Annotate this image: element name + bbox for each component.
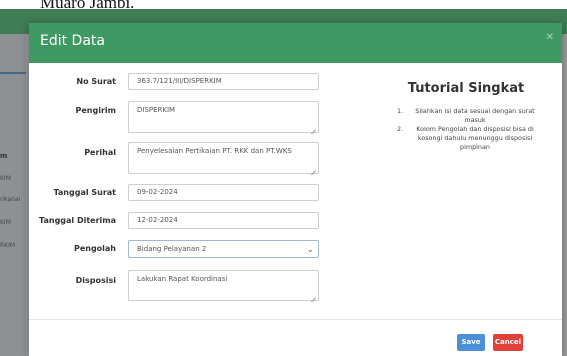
cancel-button[interactable]: Cancel bbox=[493, 334, 523, 351]
tanggal-diterima-label: Tanggal Diterima bbox=[39, 216, 116, 225]
perihal-label: Perihal bbox=[84, 148, 116, 157]
tanggal-surat-label: Tanggal Surat bbox=[53, 188, 116, 197]
modal-footer-divider bbox=[29, 319, 562, 320]
chevron-down-icon[interactable]: ⌄ bbox=[306, 242, 314, 258]
no-surat-value: 363.7/121/III/DISPERKIM bbox=[137, 77, 222, 85]
tutorial-item: 1. Silahkan isi data sesuai dengan surat… bbox=[397, 107, 543, 125]
resize-handle-icon[interactable] bbox=[311, 166, 316, 171]
disposisi-label: Disposisi bbox=[75, 276, 116, 285]
tutorial-title: Tutorial Singkat bbox=[407, 81, 525, 96]
tanggal-surat-input[interactable]: 09-02-2024 bbox=[128, 184, 319, 201]
pengirim-textarea[interactable]: DISPERKIM bbox=[128, 101, 319, 133]
close-icon[interactable]: ✕ bbox=[546, 32, 554, 43]
tutorial-item-text: Silahkan isi data sesuai dengan surat ma… bbox=[415, 107, 535, 124]
tutorial-item-number: 1. bbox=[397, 107, 404, 115]
edit-data-modal: Edit Data ✕ No Surat 363.7/121/III/DISPE… bbox=[29, 23, 562, 356]
disposisi-textarea[interactable]: Lakukan Rapat Koordinasi bbox=[128, 270, 319, 301]
pengolah-value: Bidang Pelayanan 2 bbox=[137, 245, 207, 253]
resize-handle-icon[interactable] bbox=[311, 125, 316, 130]
resize-handle-icon[interactable] bbox=[311, 293, 316, 298]
tanggal-diterima-value: 12-02-2024 bbox=[137, 216, 178, 224]
no-surat-label: No Surat bbox=[76, 77, 116, 86]
tanggal-diterima-input[interactable]: 12-02-2024 bbox=[128, 212, 319, 229]
pengirim-label: Pengirim bbox=[75, 106, 116, 115]
pengirim-value: DISPERKIM bbox=[137, 106, 176, 114]
modal-header: Edit Data ✕ bbox=[29, 23, 562, 63]
pengolah-select[interactable]: Bidang Pelayanan 2 ⌄ bbox=[128, 240, 319, 258]
tutorial-item: 2. Kolom Pengolah dan disposisi bisa di … bbox=[397, 125, 543, 152]
perihal-textarea[interactable]: Penyelesaian Pertikaian PT. RKK dan PT.W… bbox=[128, 142, 319, 174]
pengolah-label: Pengolah bbox=[73, 244, 116, 253]
tutorial-item-text: Kolom Pengolah dan disposisi bisa di kos… bbox=[416, 125, 534, 151]
perihal-value: Penyelesaian Pertikaian PT. RKK dan PT.W… bbox=[137, 147, 292, 155]
no-surat-input[interactable]: 363.7/121/III/DISPERKIM bbox=[128, 73, 319, 90]
tutorial-item-number: 2. bbox=[397, 125, 404, 133]
tanggal-surat-value: 09-02-2024 bbox=[137, 188, 178, 196]
save-button[interactable]: Save bbox=[457, 334, 485, 351]
modal-title: Edit Data bbox=[40, 33, 105, 49]
disposisi-value: Lakukan Rapat Koordinasi bbox=[137, 275, 228, 283]
tutorial-list: 1. Silahkan isi data sesuai dengan surat… bbox=[397, 107, 543, 152]
